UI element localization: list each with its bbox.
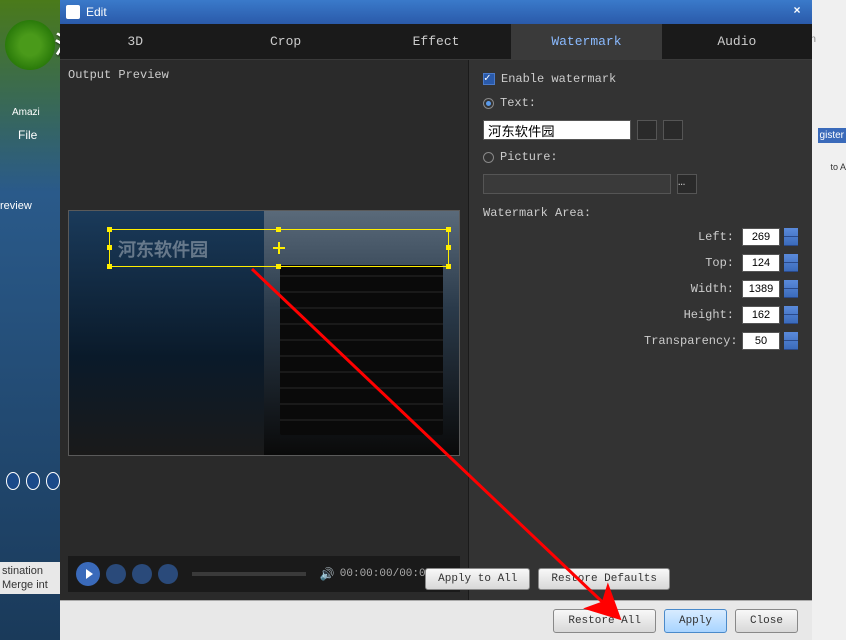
footer-bar: Restore All Apply Close [60, 600, 812, 640]
settings-pane: Enable watermark Text: Picture: … Waterm… [468, 60, 812, 600]
preview-controls: 🔊 00:00:00/00:00:06 [68, 556, 460, 592]
handle-ml[interactable] [107, 245, 112, 250]
handle-br[interactable] [446, 264, 451, 269]
width-input[interactable] [742, 280, 780, 298]
top-row: Top: [483, 254, 798, 272]
title-bar[interactable]: Edit × [60, 0, 812, 24]
left-input[interactable] [742, 228, 780, 246]
preview-pane: Output Preview 河东软件园 [60, 60, 468, 600]
font-button[interactable] [637, 120, 657, 140]
handle-tc[interactable] [276, 227, 281, 232]
bg-gister: gister [818, 128, 846, 143]
watermark-area-label: Watermark Area: [483, 206, 798, 220]
watermark-selection-box[interactable]: 河东软件园 [109, 229, 449, 267]
left-label: Left: [644, 230, 734, 244]
restore-all-button[interactable]: Restore All [553, 609, 656, 633]
bg-prev-icon[interactable] [6, 472, 20, 490]
app-icon [66, 5, 80, 19]
tab-bar: 3D Crop Effect Watermark Audio [60, 24, 812, 60]
edit-dialog: Edit × 3D Crop Effect Watermark Audio Ou… [60, 0, 812, 640]
height-row: Height: [483, 306, 798, 324]
height-spinner[interactable] [784, 306, 798, 324]
text-radio-row: Text: [483, 96, 798, 110]
transparency-label: Transparency: [644, 334, 734, 348]
background-right [811, 0, 846, 640]
text-input-row [483, 120, 798, 140]
background-left [0, 0, 60, 640]
handle-mr[interactable] [446, 245, 451, 250]
height-input[interactable] [742, 306, 780, 324]
bg-bottom-text: stination Merge int [0, 562, 60, 594]
preview-keyboard-image [280, 265, 444, 436]
bg-to-a: to A [830, 162, 846, 172]
text-radio[interactable] [483, 98, 494, 109]
bg-file-menu[interactable]: File [18, 128, 37, 142]
width-label: Width: [644, 282, 734, 296]
enable-watermark-checkbox[interactable] [483, 73, 495, 85]
inner-button-row: Apply to All Restore Defaults [413, 558, 682, 600]
apply-button[interactable]: Apply [664, 609, 727, 633]
restore-defaults-button[interactable]: Restore Defaults [538, 568, 670, 590]
picture-radio-row: Picture: [483, 150, 798, 164]
picture-radio[interactable] [483, 152, 494, 163]
bg-review-label: review [0, 200, 32, 212]
stop-button[interactable] [106, 564, 126, 584]
preview-label: Output Preview [68, 68, 460, 82]
tab-audio[interactable]: Audio [662, 24, 812, 59]
bg-app-name: Amazi [12, 107, 40, 118]
transparency-input[interactable] [742, 332, 780, 350]
volume-icon[interactable]: 🔊 [320, 567, 334, 581]
handle-tr[interactable] [446, 227, 451, 232]
picture-radio-label: Picture: [500, 150, 558, 164]
apply-to-all-button[interactable]: Apply to All [425, 568, 530, 590]
enable-watermark-label: Enable watermark [501, 72, 616, 86]
transparency-spinner[interactable] [784, 332, 798, 350]
color-button[interactable] [663, 120, 683, 140]
left-row: Left: [483, 228, 798, 246]
handle-tl[interactable] [107, 227, 112, 232]
left-spinner[interactable] [784, 228, 798, 246]
close-button[interactable]: × [788, 3, 806, 21]
transparency-row: Transparency: [483, 332, 798, 350]
seek-bar[interactable] [192, 572, 306, 576]
bg-logo-icon [5, 20, 55, 70]
tab-effect[interactable]: Effect [361, 24, 511, 59]
top-spinner[interactable] [784, 254, 798, 272]
text-radio-label: Text: [500, 96, 536, 110]
crosshair-icon [273, 242, 285, 254]
handle-bl[interactable] [107, 264, 112, 269]
prev-frame-button[interactable] [132, 564, 152, 584]
height-label: Height: [644, 308, 734, 322]
preview-canvas[interactable]: 河东软件园 [68, 210, 460, 456]
next-frame-button[interactable] [158, 564, 178, 584]
dialog-body: Output Preview 河东软件园 [60, 60, 812, 600]
tab-watermark[interactable]: Watermark [511, 24, 661, 59]
window-title: Edit [86, 5, 788, 19]
bg-playback-controls [0, 472, 60, 512]
watermark-overlay-text: 河东软件园 [118, 236, 208, 262]
picture-input-row: … [483, 174, 798, 194]
bg-next-icon[interactable] [46, 472, 60, 490]
close-button-footer[interactable]: Close [735, 609, 798, 633]
enable-watermark-row: Enable watermark [483, 72, 798, 86]
picture-path-input[interactable] [483, 174, 671, 194]
watermark-text-input[interactable] [483, 120, 631, 140]
play-button[interactable] [76, 562, 100, 586]
tab-3d[interactable]: 3D [60, 24, 210, 59]
width-spinner[interactable] [784, 280, 798, 298]
tab-crop[interactable]: Crop [210, 24, 360, 59]
width-row: Width: [483, 280, 798, 298]
top-label: Top: [644, 256, 734, 270]
browse-picture-button[interactable]: … [677, 174, 697, 194]
top-input[interactable] [742, 254, 780, 272]
bg-play-icon[interactable] [26, 472, 40, 490]
handle-bc[interactable] [276, 264, 281, 269]
